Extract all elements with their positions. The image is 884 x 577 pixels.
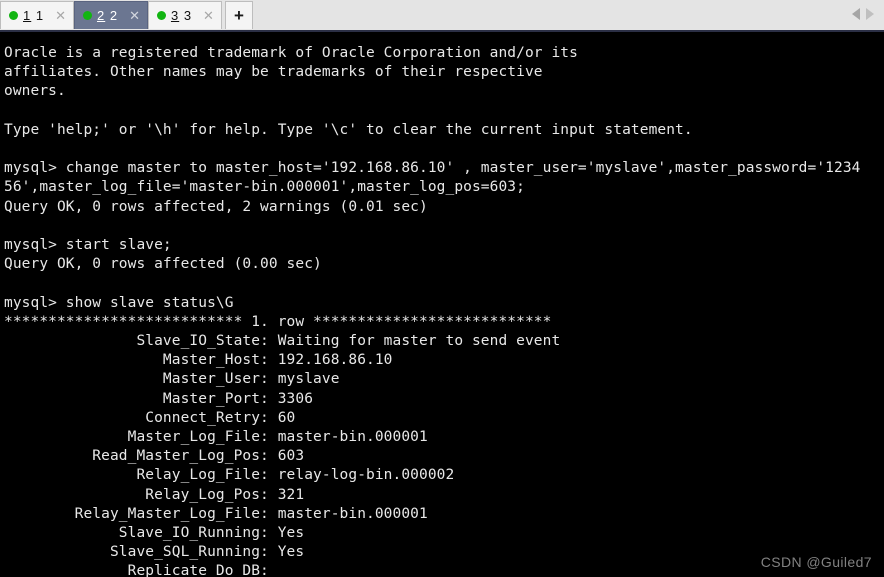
tab-mnemonic-1: 1	[23, 8, 32, 23]
session-connected-dot	[156, 11, 166, 20]
new-tab-button[interactable]: +	[224, 1, 253, 29]
terminal-output: Oracle is a registered trademark of Orac…	[4, 45, 861, 577]
chevron-left-icon[interactable]	[852, 8, 860, 20]
tab-session-1[interactable]: 1 1 ✕	[0, 1, 74, 29]
close-icon[interactable]: ✕	[203, 9, 214, 22]
tab-session-3[interactable]: 3 3 ✕	[147, 1, 222, 29]
tab-scroll-controls	[852, 0, 884, 28]
tab-bar: 1 1 ✕ 2 2 ✕ 3 3 ✕ +	[0, 0, 884, 32]
tab-mnemonic-2: 2	[96, 8, 106, 23]
watermark: CSDN @Guiled7	[760, 554, 872, 570]
tab-mnemonic-3: 3	[170, 8, 180, 23]
tab-session-2[interactable]: 2 2 ✕	[73, 1, 148, 29]
tab-label-3: 3 3	[171, 8, 192, 23]
tab-label-rest-1: 1	[31, 8, 45, 23]
close-icon[interactable]: ✕	[129, 9, 140, 22]
tab-label-rest-3: 3	[179, 8, 193, 23]
tab-label-1: 1 1	[23, 8, 44, 23]
session-connected-dot	[9, 11, 18, 20]
chevron-right-icon[interactable]	[866, 8, 874, 20]
tab-label-rest-2: 2	[105, 8, 119, 23]
session-connected-dot	[82, 11, 92, 20]
tab-bar-spacer	[253, 0, 852, 28]
close-icon[interactable]: ✕	[55, 9, 66, 22]
tab-label-2: 2 2	[97, 8, 118, 23]
terminal-pane[interactable]: Oracle is a registered trademark of Orac…	[0, 32, 884, 577]
